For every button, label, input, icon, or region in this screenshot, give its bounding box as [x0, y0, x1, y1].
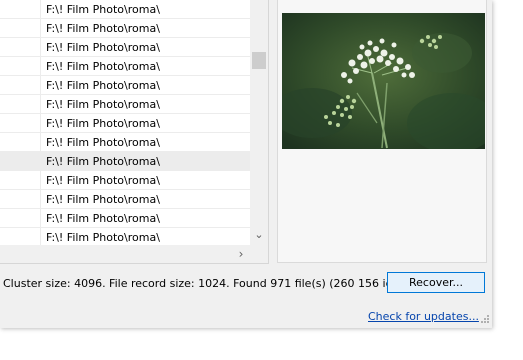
file-name-cell: [0, 95, 41, 113]
check-for-updates-link[interactable]: Check for updates...: [368, 310, 479, 323]
table-row[interactable]: F:\! Film Photo\roma\: [0, 76, 250, 95]
scrollbar-corner: [250, 245, 268, 263]
resize-grip-icon[interactable]: [478, 314, 490, 326]
table-row[interactable]: F:\! Film Photo\roma\: [0, 38, 250, 57]
vertical-scrollbar[interactable]: ⌄: [250, 0, 268, 245]
table-row[interactable]: F:\! Film Photo\roma\: [0, 171, 250, 190]
file-path-cell: F:\! Film Photo\roma\: [46, 98, 160, 111]
file-name-cell: [0, 190, 41, 208]
file-path-cell: F:\! Film Photo\roma\: [46, 22, 160, 35]
table-row[interactable]: F:\! Film Photo\roma\: [0, 114, 250, 133]
preview-image: [282, 13, 485, 149]
file-path-cell: F:\! Film Photo\roma\: [46, 155, 160, 168]
recovery-window: F:\! Film Photo\roma\ F:\! Film Photo\rom…: [0, 0, 492, 328]
file-path-cell: F:\! Film Photo\roma\: [46, 3, 160, 16]
table-row[interactable]: F:\! Film Photo\roma\: [0, 190, 250, 209]
horizontal-scrollbar[interactable]: ›: [0, 245, 250, 263]
file-name-cell: [0, 152, 41, 170]
recover-button[interactable]: Recover...: [387, 272, 485, 293]
file-name-cell: [0, 228, 41, 246]
file-name-cell: [0, 133, 41, 151]
file-path-cell: F:\! Film Photo\roma\: [46, 117, 160, 130]
status-text: Cluster size: 4096. File record size: 10…: [3, 277, 428, 290]
file-path-cell: F:\! Film Photo\roma\: [46, 136, 160, 149]
file-name-cell: [0, 57, 41, 75]
table-row[interactable]: F:\! Film Photo\roma\: [0, 133, 250, 152]
chevron-right-icon[interactable]: ›: [234, 247, 248, 261]
table-row[interactable]: F:\! Film Photo\roma\: [0, 19, 250, 38]
table-row[interactable]: F:\! Film Photo\roma\: [0, 0, 250, 19]
file-name-cell: [0, 0, 41, 18]
file-name-cell: [0, 19, 41, 37]
file-name-cell: [0, 209, 41, 227]
file-path-cell: F:\! Film Photo\roma\: [46, 60, 160, 73]
file-list-rows: F:\! Film Photo\roma\ F:\! Film Photo\rom…: [0, 0, 250, 247]
file-path-cell: F:\! Film Photo\roma\: [46, 174, 160, 187]
file-path-cell: F:\! Film Photo\roma\: [46, 212, 160, 225]
file-list[interactable]: F:\! Film Photo\roma\ F:\! Film Photo\rom…: [0, 0, 269, 264]
file-path-cell: F:\! Film Photo\roma\: [46, 41, 160, 54]
file-name-cell: [0, 38, 41, 56]
file-name-cell: [0, 171, 41, 189]
preview-panel: [277, 0, 487, 263]
file-name-cell: [0, 114, 41, 132]
table-row[interactable]: F:\! Film Photo\roma\: [0, 152, 250, 171]
vertical-scroll-thumb[interactable]: [252, 52, 266, 69]
chevron-down-icon[interactable]: ⌄: [252, 228, 266, 242]
file-path-cell: F:\! Film Photo\roma\: [46, 79, 160, 92]
file-name-cell: [0, 76, 41, 94]
table-row[interactable]: F:\! Film Photo\roma\: [0, 57, 250, 76]
file-path-cell: F:\! Film Photo\roma\: [46, 231, 160, 244]
file-path-cell: F:\! Film Photo\roma\: [46, 193, 160, 206]
table-row[interactable]: F:\! Film Photo\roma\: [0, 209, 250, 228]
table-row[interactable]: F:\! Film Photo\roma\: [0, 95, 250, 114]
